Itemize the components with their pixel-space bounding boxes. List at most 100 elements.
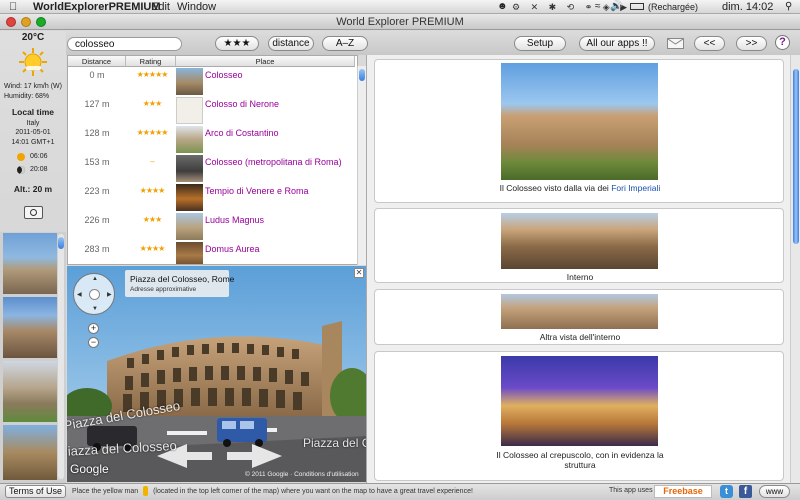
place-thumbnail [176, 126, 203, 153]
clock[interactable]: dim. 14:02 [722, 0, 773, 14]
menu-app-name[interactable]: WorldExplorerPREMIUM [33, 0, 161, 14]
caption-link[interactable]: Fori Imperiali [611, 183, 660, 193]
photo-thumbnail[interactable] [3, 233, 57, 294]
list-item[interactable]: 153 m – Colosseo (metropolitana di Roma) [68, 154, 355, 183]
rating-stars: ★★★ [142, 215, 163, 224]
local-time: 14:01 GMT+1 [11, 139, 55, 146]
website-button[interactable]: www [759, 485, 790, 498]
window-title: World Explorer PREMIUM [336, 16, 464, 28]
google-logo: Google [70, 462, 109, 476]
previous-button[interactable]: << [694, 36, 725, 51]
gallery-image[interactable] [501, 294, 658, 329]
list-item[interactable]: 226 m ★★★ Ludus Magnus [68, 212, 355, 241]
local-time-heading: Local time [11, 107, 55, 117]
photo-thumbnail[interactable] [3, 297, 57, 358]
place-name[interactable]: Colosso di Nerone [205, 96, 279, 112]
place-name[interactable]: Colosseo [205, 67, 243, 83]
arrow-right-icon[interactable]: ▶ [107, 291, 112, 298]
photo-strip-scrollbar[interactable] [58, 234, 64, 479]
search-input[interactable] [67, 37, 182, 51]
rating-stars: ★★★★ [139, 186, 166, 195]
wind-label: Wind: 17 km/h (W) [4, 83, 62, 90]
sort-by-distance-button[interactable]: distance [268, 36, 314, 51]
facebook-icon[interactable]: f [739, 485, 752, 498]
pegman-icon[interactable] [89, 289, 100, 300]
wifi-icon[interactable]: ≈ [595, 0, 601, 14]
menu-bar:  WorldExplorerPREMIUM Edit Window ☻ ⚙ ✕… [0, 0, 800, 14]
gallery-image[interactable] [501, 356, 658, 446]
menu-edit[interactable]: Edit [151, 0, 170, 14]
list-scrollbar-thumb[interactable] [359, 69, 365, 81]
photo-thumbnail[interactable] [3, 361, 57, 422]
gallery-image[interactable] [501, 213, 658, 269]
setup-button[interactable]: Setup [514, 36, 566, 51]
column-header-rating[interactable]: Rating [126, 56, 176, 67]
freebase-logo[interactable]: Freebase [654, 485, 712, 498]
place-name[interactable]: Domus Aurea [205, 241, 260, 257]
sort-alphabetical-button[interactable]: A–Z [322, 36, 368, 51]
next-button[interactable]: >> [736, 36, 767, 51]
close-map-button[interactable]: ✕ [354, 268, 364, 278]
distance: 127 m [84, 99, 110, 109]
distance: 0 m [89, 70, 105, 80]
gallery-scrollbar[interactable] [790, 55, 800, 484]
list-item[interactable]: 283 m ★★★★ Domus Aurea [68, 241, 355, 264]
zoom-in-button[interactable]: + [88, 323, 99, 334]
place-name[interactable]: Tempio di Venere e Roma [205, 183, 309, 199]
list-scrollbar-track[interactable] [357, 66, 366, 265]
place-thumbnail [176, 155, 203, 182]
gallery-caption: Interno [566, 272, 594, 282]
gallery-card[interactable]: Interno [374, 208, 784, 283]
list-item[interactable]: 128 m ★★★★★ Arco di Costantino [68, 125, 355, 154]
column-header-distance[interactable]: Distance [68, 56, 126, 67]
battery-icon[interactable] [630, 3, 644, 10]
rating-stars: ★★★★★ [136, 128, 169, 137]
place-name[interactable]: Arco di Costantino [205, 125, 279, 141]
address-box: Piazza del Colosseo, Rome Adresse approx… [125, 270, 234, 297]
pan-control[interactable]: ▲ ▼ ◀ ▶ [73, 273, 115, 315]
country-label: Italy [26, 120, 40, 127]
weather-panel: 20°C Wind: 17 km/h (W) Humidity: 68% Loc… [0, 31, 66, 484]
list-item[interactable]: 0 m ★★★★★ Colosseo [68, 67, 355, 96]
window-titlebar: World Explorer PREMIUM [0, 14, 800, 30]
arrow-down-icon[interactable]: ▼ [92, 306, 98, 312]
all-apps-button[interactable]: All our apps !! [579, 36, 655, 51]
spotlight-icon[interactable]: ⚲ [785, 0, 792, 14]
help-button[interactable]: ? [775, 35, 790, 50]
rating-stars: ★★★★★ [136, 70, 169, 79]
gallery-scrollbar-thumb[interactable] [793, 69, 799, 244]
photo-thumbnail[interactable] [3, 425, 57, 480]
menu-window[interactable]: Window [177, 0, 216, 14]
list-item[interactable]: 223 m ★★★★ Tempio di Venere e Roma [68, 183, 355, 212]
place-name[interactable]: Ludus Magnus [205, 212, 264, 228]
app-uses-label: This app uses [609, 487, 653, 494]
column-header-place[interactable]: Place [176, 56, 355, 67]
gallery-image[interactable] [501, 63, 658, 180]
sort-by-rating-button[interactable]: ★★★ [215, 36, 259, 51]
distance: 223 m [84, 186, 110, 196]
map-copyright[interactable]: © 2011 Google · Conditions d'utilisation [245, 471, 359, 478]
moon-icon [17, 166, 25, 174]
zoom-window-button[interactable] [36, 17, 46, 27]
gallery-card[interactable]: Il Colosseo visto dalla via dei Fori Imp… [374, 59, 784, 203]
apple-icon[interactable]:  [9, 0, 17, 14]
mail-icon[interactable] [667, 38, 684, 49]
twitter-icon[interactable]: t [720, 485, 733, 498]
volume-icon[interactable]: 🔊 [610, 0, 622, 14]
place-name[interactable]: Colosseo (metropolitana di Roma) [205, 154, 342, 170]
street-view-map[interactable]: Piazza del Colosseo Piazza del Colosseo … [67, 266, 366, 482]
arrow-up-icon[interactable]: ▲ [92, 276, 98, 282]
arrow-left-icon[interactable]: ◀ [77, 291, 82, 298]
pegman-icon [143, 486, 149, 497]
camera-icon[interactable] [24, 206, 43, 219]
distance: 283 m [84, 244, 110, 254]
user-icon[interactable]: ☻ [497, 0, 508, 14]
gallery-card[interactable]: Altra vista dell'interno [374, 289, 784, 345]
minimize-window-button[interactable] [21, 17, 31, 27]
gallery-card[interactable]: Il Colosseo al crepuscolo, con in eviden… [374, 351, 784, 481]
list-item[interactable]: 127 m ★★★ Colosso di Nerone [68, 96, 355, 125]
close-window-button[interactable] [6, 17, 16, 27]
zoom-out-button[interactable]: − [88, 337, 99, 348]
terms-of-use-button[interactable]: Terms of Use [5, 485, 66, 498]
rating-stars: – [150, 157, 154, 166]
